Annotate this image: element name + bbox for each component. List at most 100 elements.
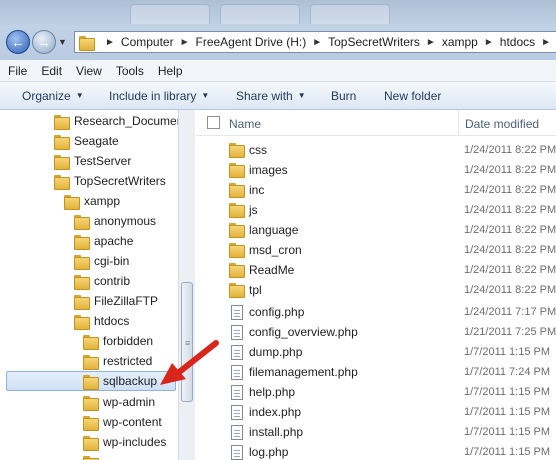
nav-item-topsecretwriters[interactable]: TopSecretWriters bbox=[54, 171, 166, 191]
file-row[interactable]: css 1/24/2011 8:22 PM bbox=[196, 140, 556, 160]
file-row[interactable]: install.php 1/7/2011 1:15 PM bbox=[196, 422, 556, 442]
file-row[interactable]: dump.php 1/7/2011 1:15 PM bbox=[196, 342, 556, 362]
nav-item-label: forbidden bbox=[103, 334, 154, 348]
nav-item-research-documents[interactable]: Research_Documents bbox=[54, 111, 178, 131]
nav-item-restricted[interactable]: restricted bbox=[83, 351, 152, 371]
file-row[interactable]: language 1/24/2011 8:22 PM bbox=[196, 220, 556, 240]
php-file-icon bbox=[231, 385, 243, 400]
include-in-library-label: Include in library bbox=[109, 88, 197, 103]
share-with-label: Share with bbox=[236, 88, 293, 103]
menu-edit[interactable]: Edit bbox=[41, 64, 62, 78]
file-row[interactable]: msd_cron 1/24/2011 8:22 PM bbox=[196, 240, 556, 260]
menu-tools[interactable]: Tools bbox=[116, 64, 144, 78]
file-name: msd_cron bbox=[249, 243, 302, 257]
folder-icon bbox=[74, 214, 90, 230]
file-row[interactable]: config_overview.php 1/21/2011 7:25 PM bbox=[196, 322, 556, 342]
command-bar: Organize ▼ Include in library ▼ Share with… bbox=[0, 82, 556, 110]
file-row[interactable]: log.php 1/7/2011 1:15 PM bbox=[196, 442, 556, 460]
nav-item-wp-admin[interactable]: wp-admin bbox=[83, 392, 155, 412]
file-row[interactable]: index.php 1/7/2011 1:15 PM bbox=[196, 402, 556, 422]
file-date: 1/7/2011 1:15 PM bbox=[464, 346, 551, 358]
breadcrumb-drive[interactable]: FreeAgent Drive (H:) bbox=[196, 35, 307, 49]
chevron-right-icon[interactable]: ► bbox=[426, 37, 436, 48]
column-header-name[interactable]: Name bbox=[229, 117, 261, 131]
new-folder-button[interactable]: New folder bbox=[384, 89, 441, 103]
burn-button[interactable]: Burn bbox=[331, 89, 356, 103]
nav-item-seagate[interactable]: Seagate bbox=[54, 131, 119, 151]
file-name: inc bbox=[249, 183, 265, 197]
background-tab bbox=[310, 4, 390, 24]
menu-file[interactable]: File bbox=[8, 64, 27, 78]
organize-button[interactable]: Organize ▼ bbox=[22, 89, 84, 103]
nav-item-forbidden[interactable]: forbidden bbox=[83, 331, 153, 351]
folder-icon bbox=[229, 183, 245, 198]
nav-item-anonymous[interactable]: anonymous bbox=[74, 211, 156, 231]
nav-item-filezillaftp[interactable]: FileZillaFTP bbox=[74, 291, 158, 311]
nav-item-htdocs[interactable]: htdocs bbox=[74, 311, 129, 331]
navigation-pane: Research_Documents Seagate TestServer To… bbox=[0, 110, 178, 460]
folder-icon bbox=[229, 283, 245, 298]
chevron-right-icon[interactable]: ► bbox=[180, 37, 190, 48]
file-name: images bbox=[249, 163, 288, 177]
recent-pages-dropdown[interactable]: ▼ bbox=[58, 37, 68, 47]
chevron-right-icon[interactable]: ► bbox=[541, 37, 551, 48]
file-row[interactable]: filemanagement.php 1/7/2011 7:24 PM bbox=[196, 362, 556, 382]
menu-bar: File Edit View Tools Help bbox=[0, 60, 556, 82]
breadcrumb-htdocs[interactable]: htdocs bbox=[500, 35, 535, 49]
chevron-right-icon[interactable]: ► bbox=[105, 37, 115, 48]
folder-icon bbox=[229, 203, 245, 218]
file-date: 1/7/2011 1:15 PM bbox=[464, 406, 551, 418]
file-row[interactable]: js 1/24/2011 8:22 PM bbox=[196, 200, 556, 220]
nav-item-testserver[interactable]: TestServer bbox=[54, 151, 131, 171]
nav-item-label: TestServer bbox=[74, 154, 132, 168]
chevron-right-icon[interactable]: ► bbox=[312, 37, 322, 48]
file-row[interactable]: images 1/24/2011 8:22 PM bbox=[196, 160, 556, 180]
nav-item-xampp[interactable]: xampp bbox=[64, 191, 120, 211]
chevron-down-icon: ▼ bbox=[201, 91, 210, 100]
nav-item-label: apache bbox=[94, 234, 134, 248]
file-row[interactable]: inc 1/24/2011 8:22 PM bbox=[196, 180, 556, 200]
menu-help[interactable]: Help bbox=[158, 64, 183, 78]
file-date: 1/7/2011 1:15 PM bbox=[464, 426, 551, 438]
breadcrumb-xampp[interactable]: xampp bbox=[442, 35, 478, 49]
folder-icon bbox=[83, 395, 99, 411]
breadcrumb-topsecretwriters[interactable]: TopSecretWriters bbox=[328, 35, 420, 49]
php-file-icon bbox=[231, 365, 243, 380]
folder-icon bbox=[64, 194, 80, 210]
file-row[interactable]: tpl 1/24/2011 8:22 PM bbox=[196, 280, 556, 300]
nav-item-label: cgi-bin bbox=[94, 254, 130, 268]
column-divider[interactable] bbox=[458, 110, 459, 136]
nav-item-cgi-bin[interactable]: cgi-bin bbox=[74, 251, 129, 271]
nav-item-label: sqlbackup bbox=[103, 374, 158, 388]
folder-icon bbox=[74, 314, 90, 330]
column-header-row: Name Date modified bbox=[196, 110, 556, 136]
forward-button[interactable]: → bbox=[32, 30, 56, 54]
folder-icon bbox=[83, 354, 99, 370]
nav-item-wp-content[interactable]: wp-content bbox=[83, 412, 162, 432]
address-bar[interactable]: ► Computer ► FreeAgent Drive (H:) ► TopS… bbox=[74, 31, 556, 53]
nav-item-apache[interactable]: apache bbox=[74, 231, 133, 251]
red-arrow-annotation bbox=[160, 340, 219, 385]
file-row[interactable]: config.php 1/24/2011 7:17 PM bbox=[196, 302, 556, 322]
menu-view[interactable]: View bbox=[76, 64, 102, 78]
file-row[interactable]: ReadMe 1/24/2011 8:22 PM bbox=[196, 260, 556, 280]
file-date: 1/24/2011 7:17 PM bbox=[464, 306, 556, 318]
folder-icon bbox=[79, 35, 95, 51]
forward-arrow-icon: → bbox=[37, 34, 51, 50]
select-all-checkbox[interactable] bbox=[207, 116, 220, 129]
file-date: 1/21/2011 7:25 PM bbox=[464, 326, 556, 338]
folder-icon bbox=[83, 415, 99, 431]
file-row[interactable]: help.php 1/7/2011 1:15 PM bbox=[196, 382, 556, 402]
share-with-button[interactable]: Share with ▼ bbox=[236, 89, 306, 103]
nav-item-partial[interactable] bbox=[83, 452, 103, 460]
navigation-scrollbar[interactable]: ≡ bbox=[178, 110, 195, 460]
nav-item-wp-includes[interactable]: wp-includes bbox=[83, 432, 166, 452]
chevron-right-icon[interactable]: ► bbox=[484, 37, 494, 48]
include-in-library-button[interactable]: Include in library ▼ bbox=[109, 89, 209, 103]
nav-item-label: htdocs bbox=[94, 314, 130, 328]
php-file-icon bbox=[231, 445, 243, 460]
back-button[interactable]: ← bbox=[6, 30, 30, 54]
nav-item-contrib[interactable]: contrib bbox=[74, 271, 130, 291]
column-header-date-modified[interactable]: Date modified bbox=[465, 117, 539, 131]
breadcrumb-computer[interactable]: Computer bbox=[121, 35, 174, 49]
